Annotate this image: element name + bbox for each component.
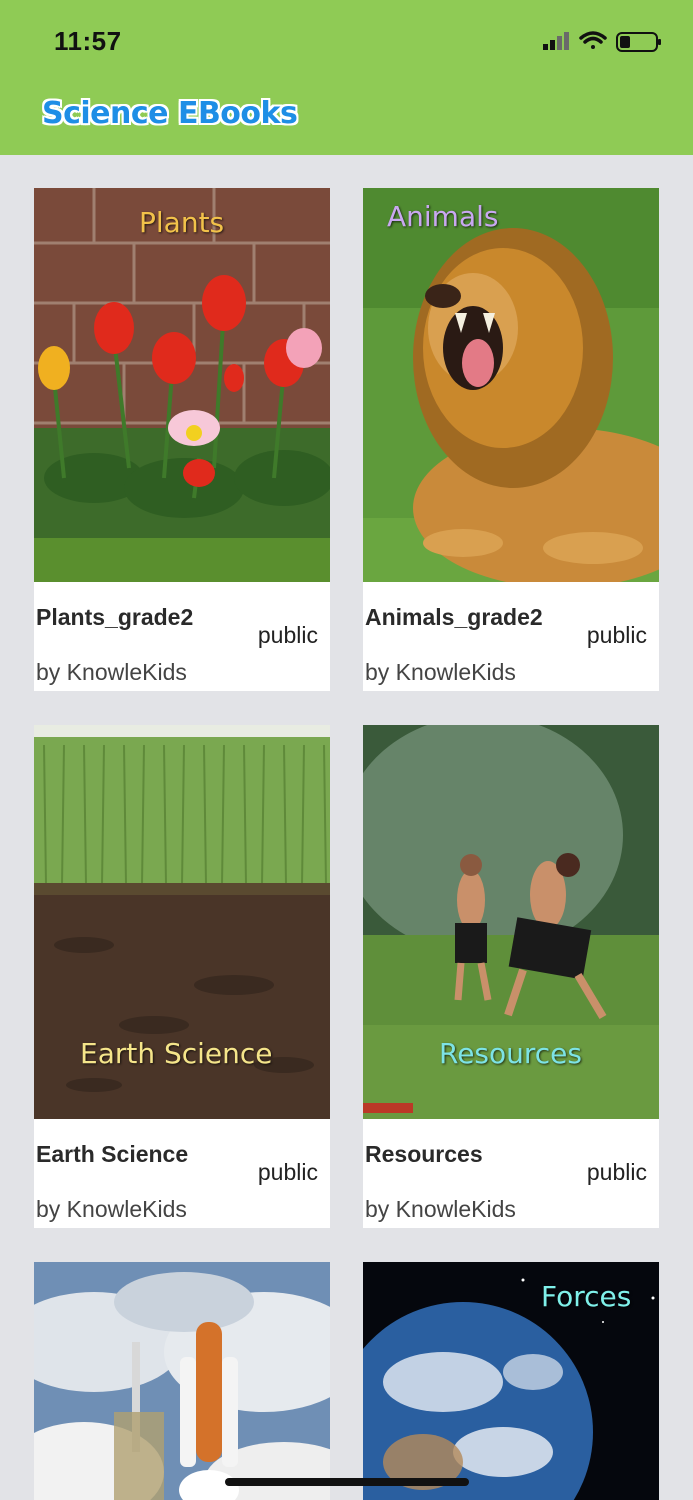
cellular-signal-icon [543,32,569,50]
cover-title: Earth Science [80,1037,273,1070]
status-time: 11:57 [54,26,122,56]
book-card-forces[interactable]: Forces [363,1262,659,1500]
app-header: 11:57 Science EBooks [0,0,693,155]
book-cover-image: Animals [363,188,659,582]
cover-title: Plants [139,206,225,239]
book-title: Animals_grade2 [365,604,543,630]
book-title: Plants_grade2 [36,604,194,630]
wifi-icon [579,31,607,49]
book-title: Resources [365,1141,483,1167]
book-cover-image: Forces [363,1262,659,1500]
visibility-label: public [257,1159,318,1185]
book-cover-image: Plants [34,188,330,582]
book-card-animals[interactable]: Animals Animals_grade2 public by KnowleK… [363,188,659,691]
book-card-earth-science[interactable]: Earth Science Earth Science public by Kn… [34,725,330,1228]
book-cover-image: Earth Science [34,725,330,1119]
status-icons [543,28,663,56]
visibility-label: public [586,622,647,648]
book-title: Earth Science [36,1141,189,1167]
book-author: by KnowleKids [365,1196,516,1222]
cover-title: Resources [439,1037,582,1070]
cover-title: Animals [387,200,499,233]
book-author: by KnowleKids [365,659,516,685]
book-card-rocket[interactable] [34,1262,330,1500]
visibility-label: public [257,622,318,648]
visibility-label: public [586,1159,647,1185]
app-title-logo: Science EBooks [42,96,298,131]
book-card-plants[interactable]: Plants Plants_grade2 public by KnowleKid… [34,188,330,691]
book-cover-image: Resources [363,725,659,1119]
book-card-resources[interactable]: Resources Resources public by KnowleKids [363,725,659,1228]
book-author: by KnowleKids [36,659,187,685]
home-indicator[interactable] [225,1478,469,1486]
cover-title: Forces [541,1280,632,1313]
book-author: by KnowleKids [36,1196,187,1222]
battery-icon [616,32,661,52]
book-cover-image [34,1262,330,1500]
